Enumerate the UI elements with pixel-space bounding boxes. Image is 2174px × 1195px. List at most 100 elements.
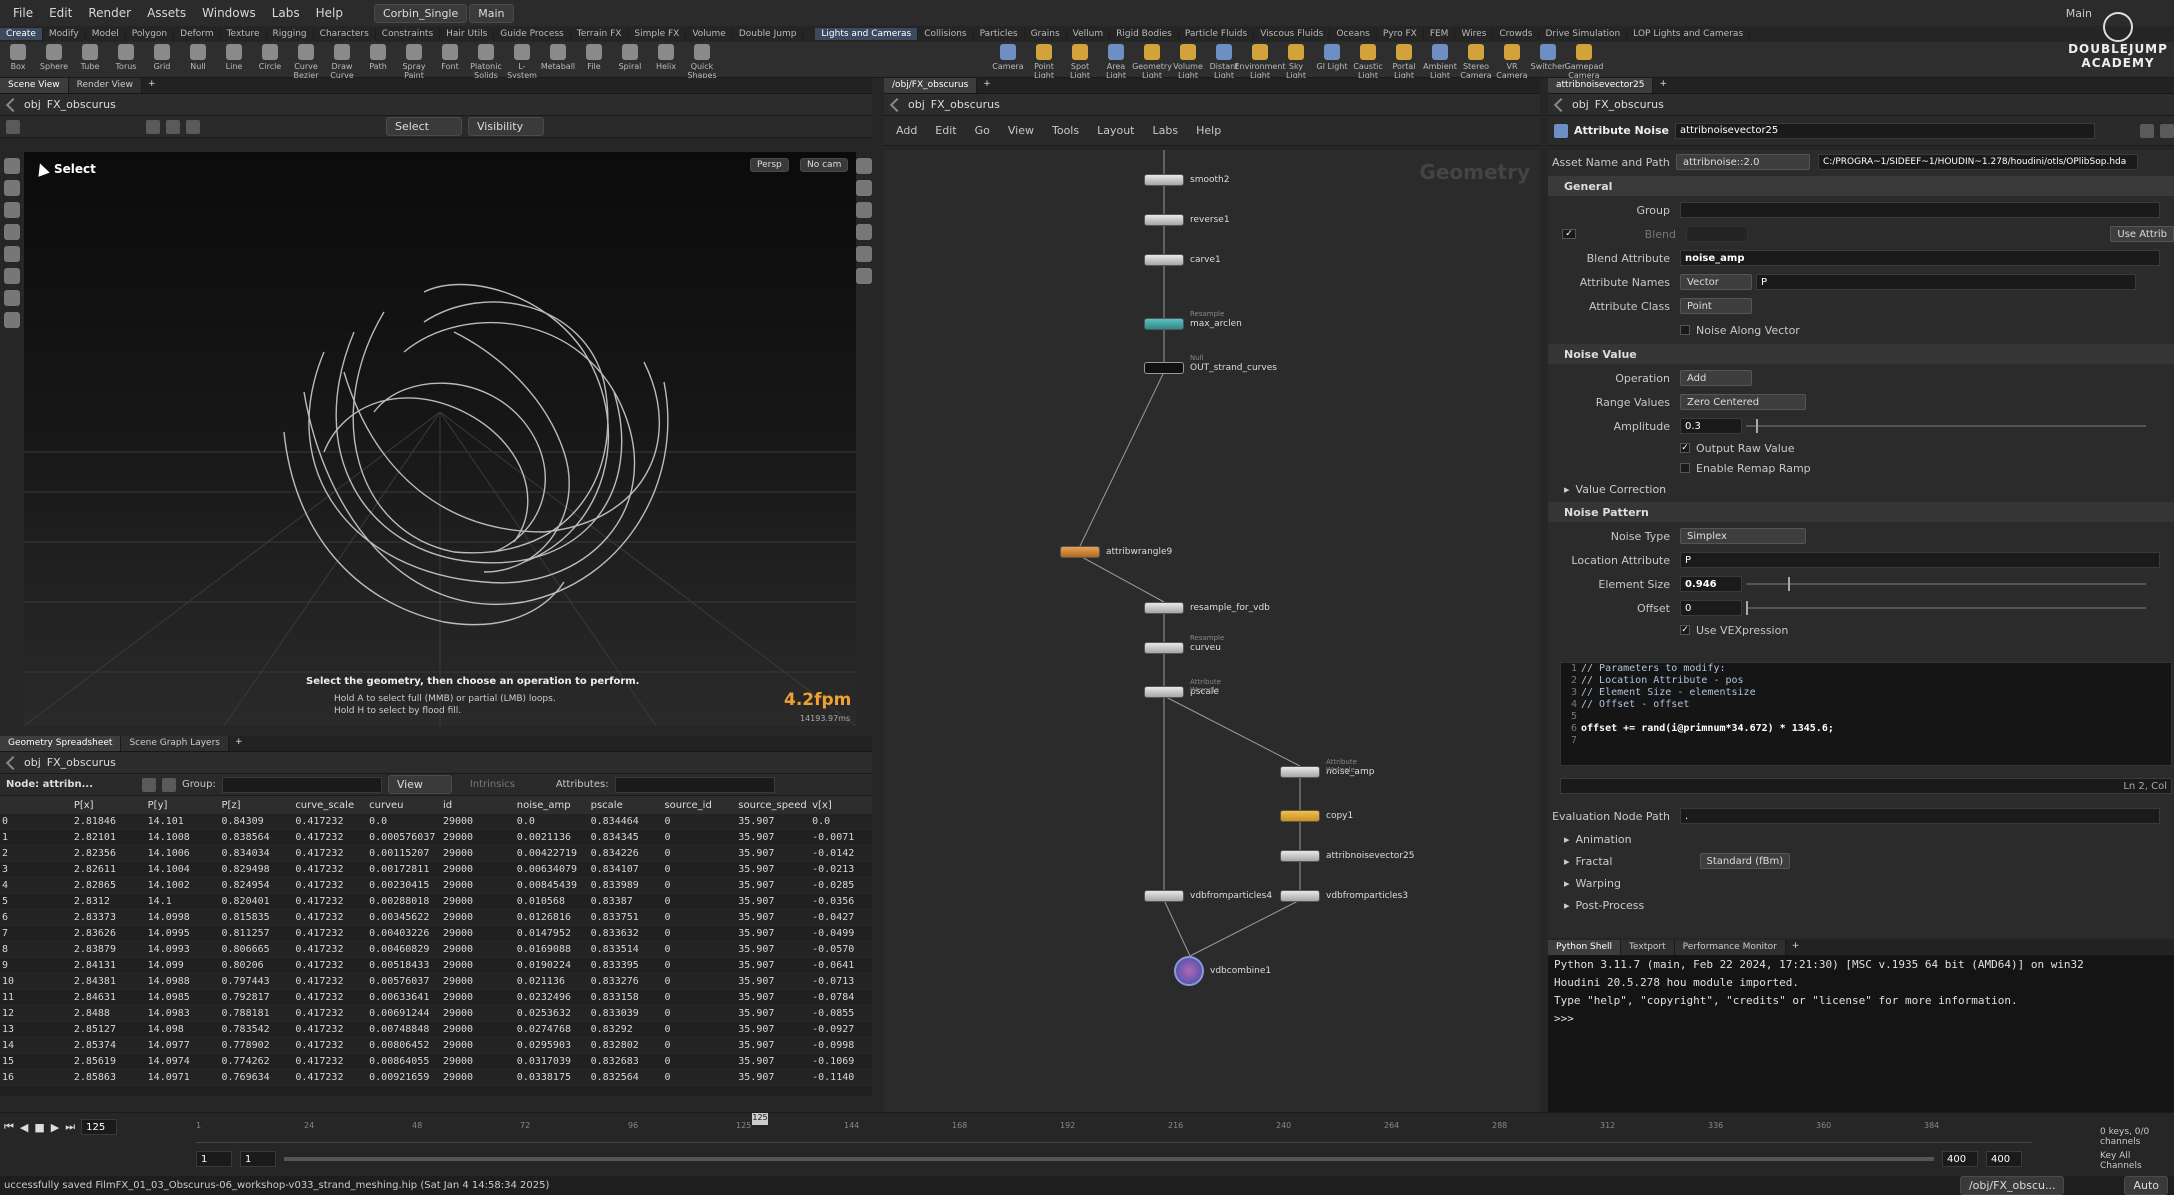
attr-type-menu[interactable]: Vector	[1680, 274, 1752, 290]
net-menu-layout[interactable]: Layout	[1097, 124, 1134, 137]
shelf-tab-1[interactable]: Modify	[43, 28, 86, 40]
tab-textport[interactable]: Textport	[1621, 940, 1675, 955]
node-vdbfromparticles4[interactable]: vdbfromparticles4	[1144, 890, 1272, 902]
camera-menu[interactable]: No cam	[800, 158, 849, 172]
network-editor[interactable]: Geometry smooth2 reverse1 carve1 max_arclen…	[884, 150, 1540, 1112]
path-obj[interactable]: obj	[24, 756, 41, 769]
tool-13[interactable]: Platonic Solids	[468, 42, 504, 80]
node-OUT_strand_curves[interactable]: OUT_strand_curves Null	[1144, 354, 1277, 374]
table-row[interactable]: 3 2.82611 14.1004 0.829498 0.417232 0.0017281…	[0, 862, 872, 878]
paint-select-icon[interactable]	[186, 119, 200, 134]
path-node[interactable]: FX_obscurus	[931, 98, 1000, 111]
shelf-tab-0[interactable]: Create	[0, 28, 43, 40]
light-tool-13[interactable]: Stereo Camera	[1458, 42, 1494, 80]
shelf-tab-right-4[interactable]: Vellum	[1067, 28, 1111, 40]
select-icon[interactable]	[4, 158, 20, 174]
python-shell[interactable]: Python Shell Textport Performance Monito…	[1548, 940, 2174, 1112]
light-tool-12[interactable]: Ambient Light	[1422, 42, 1458, 80]
net-menu-labs[interactable]: Labs	[1153, 124, 1179, 137]
view-menu[interactable]: View	[387, 775, 452, 794]
tool-7[interactable]: Circle	[252, 42, 288, 71]
node-curveu[interactable]: curveu Resample	[1144, 634, 1224, 654]
table-row[interactable]: 5 2.8312 14.1 0.820401 0.417232 0.00288018 290…	[0, 894, 872, 910]
column-header[interactable]: v[x]	[812, 800, 872, 811]
shelf-tab-3[interactable]: Polygon	[126, 28, 175, 40]
light-tool-14[interactable]: VR Camera	[1494, 42, 1530, 80]
fractal-menu[interactable]: Standard (fBm)	[1699, 853, 1791, 869]
shelf-tab-right-12[interactable]: Crowds	[1493, 28, 1540, 40]
shelf-tab-right-14[interactable]: LOP Lights and Cameras	[1627, 28, 1751, 40]
net-menu-view[interactable]: View	[1008, 124, 1034, 137]
folder-fractal[interactable]: ▸ Fractal Standard (fBm)	[1548, 850, 2174, 872]
viewport[interactable]: Select Persp No cam Select the geometry,…	[24, 152, 856, 726]
display-options-icon[interactable]	[856, 158, 872, 174]
select-mode-menu[interactable]: Select	[386, 117, 462, 136]
light-tool-1[interactable]: Point Light	[1026, 42, 1062, 80]
back-icon[interactable]	[889, 97, 905, 112]
light-tool-7[interactable]: Environment Light	[1234, 42, 1286, 80]
stop-icon[interactable]: ■	[34, 1121, 44, 1134]
table-row[interactable]: 13 2.85127 14.098 0.783542 0.417232 0.0074884…	[0, 1022, 872, 1038]
shelf-tab-right-11[interactable]: Wires	[1455, 28, 1494, 40]
node-resample_for_vdb[interactable]: resample_for_vdb	[1144, 602, 1270, 614]
auto-update-menu[interactable]: Auto	[2124, 1176, 2168, 1195]
asset-menu[interactable]: attribnoise::2.0	[1676, 154, 1810, 170]
shell-prompt[interactable]: >>>	[1548, 1010, 2174, 1028]
table-row[interactable]: 9 2.84131 14.099 0.80206 0.417232 0.00518433 2…	[0, 958, 872, 974]
jump-end-icon[interactable]: ⏭	[65, 1120, 75, 1134]
tool-2[interactable]: Tube	[72, 42, 108, 71]
noise-type-menu[interactable]: Simplex	[1680, 528, 1806, 544]
blend-attr-field[interactable]: noise_amp	[1680, 250, 2160, 266]
attr-names-field[interactable]: P	[1756, 274, 2136, 290]
table-row[interactable]: 15 2.85619 14.0974 0.774262 0.417232 0.008640…	[0, 1054, 872, 1070]
tool-0[interactable]: Box	[0, 42, 36, 71]
offset-slider[interactable]	[1746, 601, 2146, 615]
node-max_arclen[interactable]: max_arclen Resample	[1144, 310, 1242, 330]
add-tab-button[interactable]: +	[1786, 940, 1806, 955]
tool-11[interactable]: Spray Paint	[396, 42, 432, 80]
node-pscale[interactable]: pscale Attribute Wrangle	[1144, 678, 1221, 698]
shelf-tab-right-0[interactable]: Lights and Cameras	[815, 28, 919, 40]
shelf-tab-10[interactable]: Guide Process	[494, 28, 571, 40]
node-vdbcombine1[interactable]: vdbcombine1	[1174, 956, 1271, 986]
table-row[interactable]: 10 2.84381 14.0988 0.797443 0.417232 0.005760…	[0, 974, 872, 990]
menu-assets[interactable]: Assets	[140, 6, 193, 20]
key-all-button[interactable]: Key All Channels	[2100, 1151, 2174, 1171]
light-tool-10[interactable]: Caustic Light	[1350, 42, 1386, 80]
shelf-tab-9[interactable]: Hair Utils	[440, 28, 495, 40]
column-header[interactable]: id	[443, 800, 517, 811]
amp-field[interactable]: 0.3	[1680, 418, 1742, 434]
shelf-tab-12[interactable]: Simple FX	[628, 28, 687, 40]
scale-icon[interactable]	[4, 224, 20, 240]
column-header[interactable]: source_id	[664, 800, 738, 811]
tab-scene-view[interactable]: Scene View	[0, 78, 69, 93]
attrib-class-icon-2[interactable]	[162, 777, 176, 792]
shelf-tab-right-1[interactable]: Collisions	[918, 28, 974, 40]
pose-icon[interactable]	[4, 268, 20, 284]
path-node[interactable]: FX_obscurus	[47, 756, 116, 769]
gear-icon[interactable]	[2140, 123, 2154, 138]
table-row[interactable]: 0 2.81846 14.101 0.84309 0.417232 0.0 29000 0.0…	[0, 814, 872, 830]
tool-19[interactable]: Quick Shapes	[684, 42, 720, 80]
node-noise_amp[interactable]: noise_amp Attribute Wrangle	[1280, 758, 1374, 778]
range-start-field[interactable]: 1	[196, 1151, 232, 1167]
visibility-menu[interactable]: Visibility	[468, 117, 544, 136]
attributes-input[interactable]	[614, 776, 775, 793]
frame-field[interactable]: 125	[81, 1119, 118, 1135]
tool-16[interactable]: File	[576, 42, 612, 71]
tool-6[interactable]: Line	[216, 42, 252, 71]
context-selector[interactable]: Main	[469, 3, 514, 23]
light-tool-0[interactable]: Camera	[990, 42, 1026, 71]
attr-class-menu[interactable]: Point	[1680, 298, 1752, 314]
tool-3[interactable]: Torus	[108, 42, 144, 71]
timeline-ruler[interactable]: 1 24 48 72 96 125 144 168 192 216 240 264 288 312 336 3…	[196, 1115, 2032, 1143]
light-tool-5[interactable]: Volume Light	[1170, 42, 1206, 80]
light-tool-9[interactable]: GI Light	[1314, 42, 1350, 71]
persp-menu[interactable]: Persp	[750, 158, 789, 172]
loc-field[interactable]: P	[1680, 552, 2160, 568]
shelf-tab-8[interactable]: Constraints	[376, 28, 441, 40]
move-icon[interactable]	[4, 180, 20, 196]
menu-labs[interactable]: Labs	[265, 6, 307, 20]
lock-icon[interactable]	[856, 202, 872, 218]
group-input[interactable]	[221, 776, 382, 793]
